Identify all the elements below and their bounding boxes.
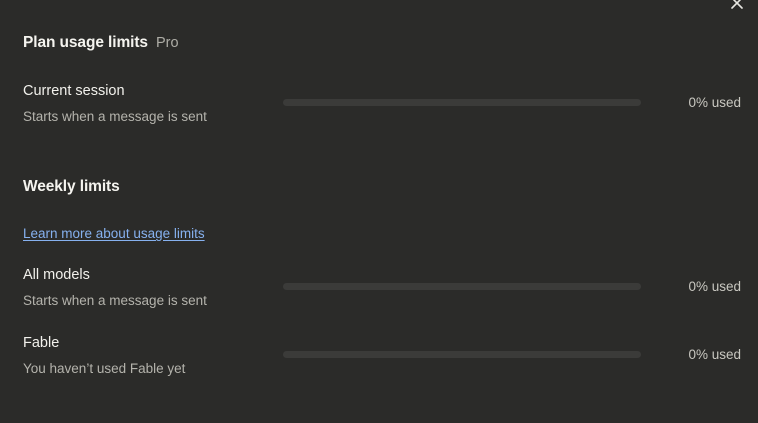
weekly-limits-title: Weekly limits <box>23 178 120 195</box>
all-models-row: All models Starts when a message is sent… <box>23 267 741 311</box>
all-models-title: All models <box>23 267 90 283</box>
fable-row: Fable You haven’t used Fable yet 0% used <box>23 335 741 379</box>
current-session-row: Current session Starts when a message is… <box>23 83 741 127</box>
plan-header: Plan usage limits Pro <box>23 34 179 52</box>
current-session-value: 0% used <box>688 95 741 110</box>
current-session-progress-bar <box>283 99 641 106</box>
plan-usage-title: Plan usage limits <box>23 34 148 51</box>
fable-value: 0% used <box>688 347 741 362</box>
fable-progress-bar <box>283 351 641 358</box>
all-models-subtitle: Starts when a message is sent <box>23 293 207 308</box>
close-icon <box>731 0 743 9</box>
weekly-header: Weekly limits <box>23 178 120 196</box>
all-models-value: 0% used <box>688 279 741 294</box>
plan-badge: Pro <box>155 35 179 51</box>
all-models-progress-bar <box>283 283 641 290</box>
current-session-subtitle: Starts when a message is sent <box>23 109 207 124</box>
fable-subtitle: You haven’t used Fable yet <box>23 361 186 376</box>
current-session-title: Current session <box>23 83 125 99</box>
learn-more-link[interactable]: Learn more about usage limits <box>23 226 205 241</box>
close-button[interactable] <box>730 0 744 10</box>
fable-title: Fable <box>23 335 60 351</box>
